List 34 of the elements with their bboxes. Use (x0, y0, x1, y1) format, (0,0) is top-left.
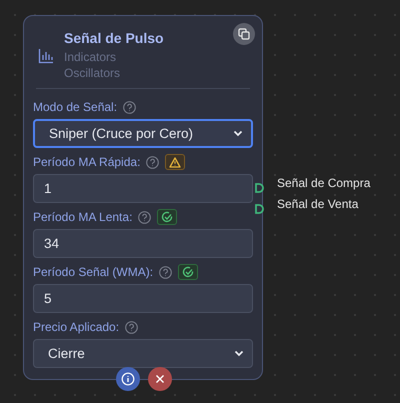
chevron-icon (234, 350, 244, 357)
help-icon[interactable] (146, 156, 160, 168)
close-icon (155, 374, 165, 384)
node-title: Señal de Pulso (64, 29, 164, 47)
copy-button[interactable] (233, 23, 255, 45)
input-field[interactable]: 5 (33, 284, 253, 313)
help-icon[interactable] (123, 100, 136, 114)
warning-icon (169, 156, 182, 168)
info-icon (121, 372, 135, 386)
field-label: Modo de Señal: (33, 100, 118, 114)
bar-chart-icon (38, 48, 54, 64)
output-label: Señal de Compra (277, 176, 370, 190)
input-field[interactable]: 34 (33, 229, 253, 258)
dropdown[interactable]: Sniper (Cruce por Cero) (33, 119, 253, 148)
category-label: Oscillators (64, 65, 122, 81)
field-label: Período MA Rápida: (33, 155, 140, 169)
check-icon (182, 266, 194, 278)
help-icon[interactable] (159, 266, 172, 278)
info-button[interactable] (116, 367, 140, 391)
field-label: Precio Aplicado: (33, 320, 120, 334)
input-field[interactable]: 1 (33, 174, 253, 203)
output-handle[interactable] (255, 204, 265, 214)
delete-button[interactable] (148, 367, 172, 391)
category-label: Indicators (64, 49, 118, 65)
field-label: Período Señal (WMA): (33, 265, 154, 279)
field-label: Período MA Lenta: (33, 210, 132, 224)
check-icon (161, 211, 174, 223)
output-handle[interactable] (255, 183, 265, 193)
help-icon[interactable] (125, 320, 138, 334)
copy-icon (238, 28, 250, 40)
dropdown[interactable]: Cierre (33, 339, 253, 368)
help-icon[interactable] (138, 210, 152, 224)
output-label: Señal de Venta (277, 197, 358, 211)
chevron-icon (233, 130, 243, 137)
